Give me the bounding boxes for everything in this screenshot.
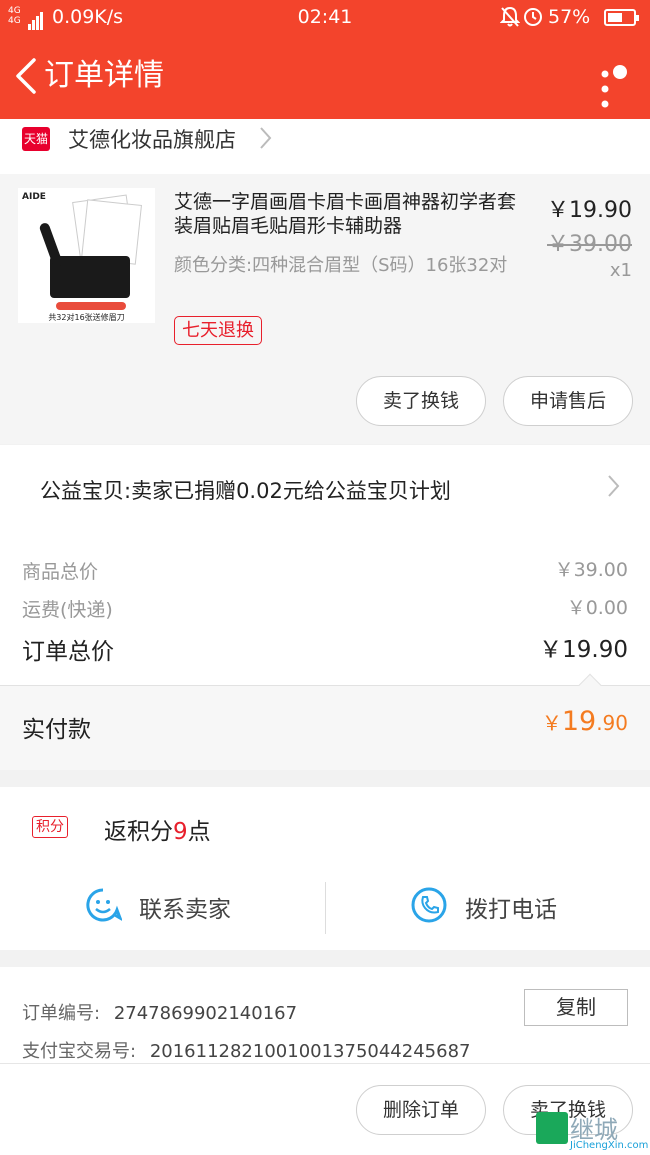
points-contact-panel: 积分 返积分9点 联系卖家 拨打电话 bbox=[0, 787, 650, 950]
points-suffix: 点 bbox=[187, 819, 211, 845]
order-number-value: 2747869902140167 bbox=[113, 1003, 298, 1024]
product-price: ￥19.90 bbox=[547, 198, 632, 223]
delete-order-button[interactable]: 删除订单 bbox=[356, 1085, 486, 1135]
product-thumbnail[interactable]: AIDE 共32对16张送修眉刀 bbox=[18, 188, 155, 323]
shipping-value: ￥0.00 bbox=[566, 597, 628, 619]
paid-integer: 19 bbox=[561, 706, 597, 737]
product-spec: 颜色分类:四种混合眉型（S码）16张32对 bbox=[174, 255, 508, 276]
shipping-label: 运费(快递) bbox=[22, 599, 113, 621]
store-name: 艾德化妆品旗舰店 bbox=[68, 128, 236, 152]
more-menu-button[interactable] bbox=[595, 52, 635, 108]
seven-day-return-badge: 七天退换 bbox=[174, 316, 262, 345]
call-phone-button[interactable]: 拨打电话 bbox=[410, 882, 610, 942]
call-phone-label: 拨打电话 bbox=[465, 897, 557, 923]
alarm-icon bbox=[522, 5, 544, 32]
battery-icon bbox=[604, 9, 639, 26]
watermark-subtext: JiChengXin.com bbox=[570, 1140, 649, 1151]
watermark-logo: 继城 JiChengXin.com bbox=[530, 1106, 650, 1155]
tmall-badge: 天猫 bbox=[22, 127, 50, 151]
notification-dot-icon bbox=[613, 65, 627, 79]
points-number: 9 bbox=[173, 819, 188, 845]
store-row[interactable]: 天猫 艾德化妆品旗舰店 bbox=[0, 119, 650, 174]
alipay-number-value: 2016112821001001375044245687 bbox=[149, 1041, 471, 1062]
more-dot bbox=[601, 100, 609, 108]
order-number-row: 订单编号: 2747869902140167 bbox=[22, 999, 297, 1025]
price-summary: 商品总价 ￥39.00 运费(快递) ￥0.00 订单总价 ￥19.90 bbox=[0, 537, 650, 685]
order-total-label: 订单总价 bbox=[22, 639, 114, 665]
thumbnail-brand: AIDE bbox=[22, 192, 46, 202]
thumbnail-caption: 共32对16张送修眉刀 bbox=[48, 313, 125, 322]
points-prefix: 返积分 bbox=[104, 819, 173, 845]
after-sale-button[interactable]: 申请售后 bbox=[503, 376, 633, 426]
watermark-icon bbox=[536, 1112, 568, 1144]
product-card: AIDE 共32对16张送修眉刀 艾德一字眉画眉卡眉卡画眉神器初学者套装眉贴眉毛… bbox=[0, 174, 650, 444]
app-header: 订单详情 bbox=[0, 34, 650, 119]
charity-text: 公益宝贝:卖家已捐赠0.02元给公益宝贝计划 bbox=[40, 479, 451, 503]
contact-seller-label: 联系卖家 bbox=[139, 897, 231, 923]
paid-amount: ￥19.90 bbox=[420, 706, 628, 737]
thumb-card bbox=[81, 199, 142, 265]
order-info: 订单编号: 2747869902140167 复制 支付宝交易号: 201611… bbox=[0, 967, 650, 1063]
product-quantity: x1 bbox=[609, 260, 632, 281]
product-title[interactable]: 艾德一字眉画眉卡眉卡画眉神器初学者套装眉贴眉毛贴眉形卡辅助器 bbox=[174, 190, 530, 238]
paid-decimal: .90 bbox=[596, 711, 628, 735]
product-original-price: ￥39.00 bbox=[547, 232, 632, 257]
chevron-right-icon bbox=[258, 125, 274, 155]
paid-currency: ￥ bbox=[541, 711, 562, 735]
status-bar: 4G 4G 0.09K/s 02:41 57% bbox=[0, 0, 650, 34]
goods-total-value: ￥39.00 bbox=[554, 559, 628, 581]
page-title: 订单详情 bbox=[44, 58, 164, 93]
order-number-label: 订单编号: bbox=[22, 1003, 101, 1024]
order-total-value: ￥19.90 bbox=[539, 637, 628, 663]
paid-amount-row: 实付款 ￥19.90 bbox=[0, 673, 650, 770]
charity-row[interactable]: 公益宝贝:卖家已捐赠0.02元给公益宝贝计划 bbox=[0, 445, 650, 537]
battery-percent: 57% bbox=[548, 6, 591, 28]
points-badge: 积分 bbox=[32, 816, 68, 838]
chat-smile-icon bbox=[84, 886, 123, 928]
sell-button[interactable]: 卖了换钱 bbox=[356, 376, 486, 426]
copy-button[interactable]: 复制 bbox=[524, 989, 628, 1026]
divider bbox=[325, 882, 326, 934]
thumb-promo-bar bbox=[56, 302, 126, 310]
contact-seller-button[interactable]: 联系卖家 bbox=[84, 882, 284, 942]
points-text: 返积分9点 bbox=[104, 812, 211, 846]
battery-fill bbox=[608, 13, 622, 22]
mute-bell-icon bbox=[499, 6, 521, 33]
phone-icon bbox=[410, 886, 448, 928]
goods-total-label: 商品总价 bbox=[22, 561, 99, 583]
chevron-right-icon bbox=[606, 473, 622, 503]
alipay-number-label: 支付宝交易号: bbox=[22, 1041, 137, 1062]
paid-label: 实付款 bbox=[22, 717, 91, 743]
thumb-razor bbox=[38, 221, 64, 269]
alipay-number-row: 支付宝交易号: 2016112821001001375044245687 bbox=[22, 1037, 470, 1063]
